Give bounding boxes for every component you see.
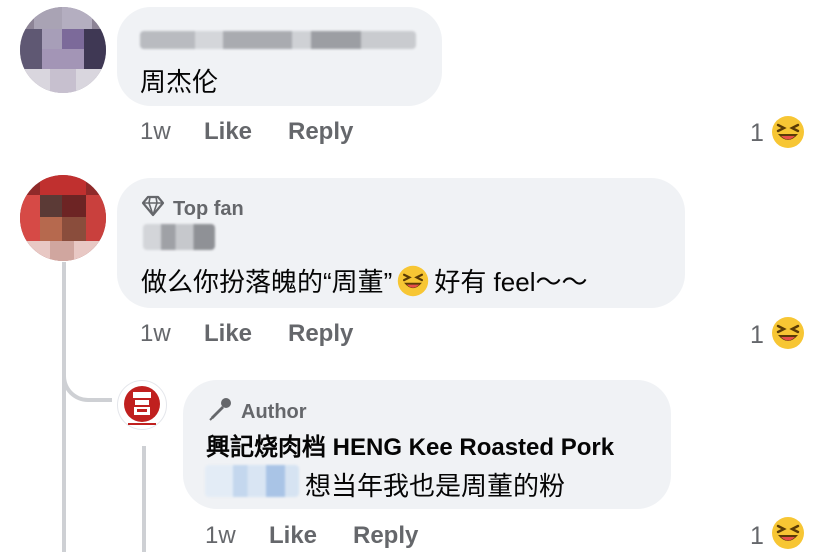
comment-text-part: 做么你扮落魄的“周董” <box>141 267 393 297</box>
author-badge: Author <box>207 397 307 427</box>
microphone-icon <box>207 397 233 427</box>
reply-button[interactable]: Reply <box>288 320 353 348</box>
reply-button[interactable]: Reply <box>288 118 353 146</box>
laughing-emoji-icon[interactable] <box>769 113 807 156</box>
badge-label: Author <box>241 400 307 423</box>
comment-text: 周杰伦 <box>140 67 219 97</box>
timestamp[interactable]: 1w <box>140 320 171 348</box>
reply-button[interactable]: Reply <box>353 522 418 550</box>
commenter-name-blurred[interactable] <box>143 224 215 250</box>
avatar[interactable] <box>20 7 106 93</box>
diamond-icon <box>141 195 165 223</box>
mention-blurred[interactable] <box>205 465 299 497</box>
like-button[interactable]: Like <box>204 320 252 348</box>
page-logo-avatar[interactable] <box>117 380 167 430</box>
thread-line <box>62 262 66 552</box>
top-fan-badge: Top fan <box>141 195 244 223</box>
badge-label: Top fan <box>173 197 244 220</box>
comment-text: 想当年我也是周董的粉 <box>305 471 566 501</box>
reaction-count[interactable]: 1 <box>750 522 764 551</box>
commenter-name-blurred[interactable] <box>140 31 416 49</box>
thread-line-reply <box>142 446 146 552</box>
laughing-emoji-icon <box>396 264 430 298</box>
timestamp[interactable]: 1w <box>205 522 236 550</box>
laughing-emoji-icon[interactable] <box>769 314 807 357</box>
author-name[interactable]: 興記烧肉档 HENG Kee Roasted Pork <box>206 427 614 462</box>
reply-bubble: Author 興記烧肉档 HENG Kee Roasted Pork 想当年我也… <box>183 380 671 509</box>
reaction-count[interactable]: 1 <box>750 119 764 148</box>
reaction-count[interactable]: 1 <box>750 321 764 350</box>
thread-branch <box>62 360 112 402</box>
like-button[interactable]: Like <box>204 118 252 146</box>
timestamp[interactable]: 1w <box>140 118 171 146</box>
avatar[interactable] <box>20 175 106 261</box>
comment-text-part: 好有 feel～～ <box>434 267 588 297</box>
like-button[interactable]: Like <box>269 522 317 550</box>
comment-bubble: 周杰伦 <box>117 7 442 106</box>
laughing-emoji-icon[interactable] <box>769 514 807 557</box>
comment-bubble: Top fan 做么你扮落魄的“周董” 好有 feel～～ <box>117 178 685 308</box>
comment-text: 做么你扮落魄的“周董” 好有 feel～～ <box>141 262 587 299</box>
